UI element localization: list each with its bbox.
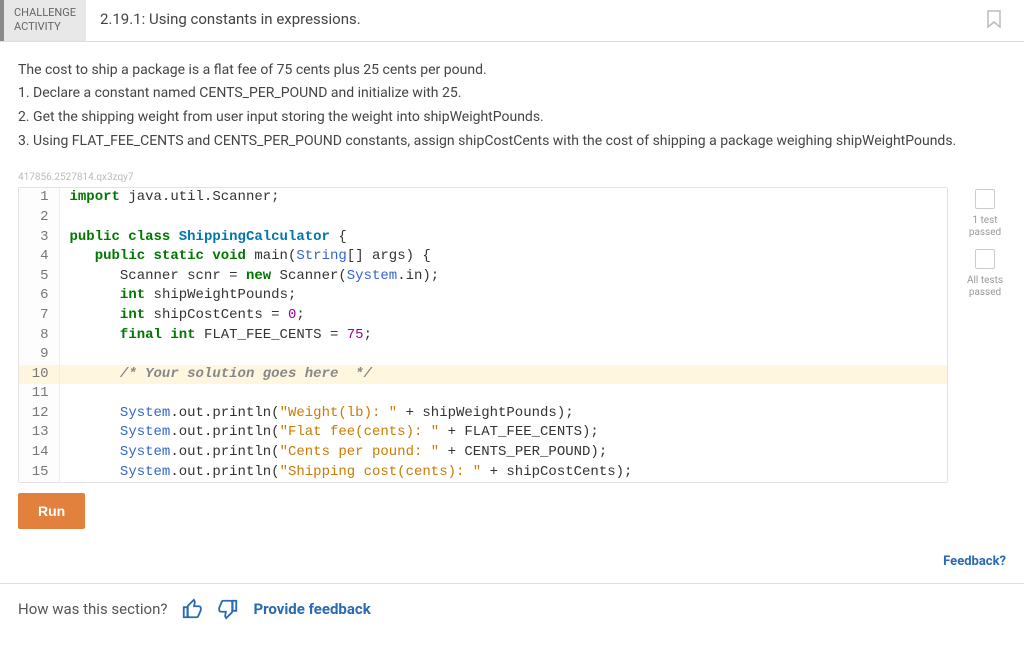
code-content[interactable] bbox=[59, 345, 947, 365]
line-number: 14 bbox=[19, 443, 59, 463]
code-content[interactable] bbox=[59, 384, 947, 404]
code-editor[interactable]: 1import java.util.Scanner;2 3public clas… bbox=[18, 187, 948, 483]
line-number: 15 bbox=[19, 463, 59, 483]
code-line[interactable]: 8 final int FLAT_FEE_CENTS = 75; bbox=[19, 326, 947, 346]
problem-step1: 1. Declare a constant named CENTS_PER_PO… bbox=[18, 83, 1006, 105]
hash-label: 417856.2527814.qx3zqy7 bbox=[0, 168, 1024, 187]
test-status-1-label: 1 testpassed bbox=[969, 215, 1001, 239]
code-line[interactable]: 13 System.out.println("Flat fee(cents): … bbox=[19, 423, 947, 443]
challenge-tag: CHALLENGEACTIVITY bbox=[0, 0, 86, 41]
line-number: 10 bbox=[19, 365, 59, 385]
line-number: 3 bbox=[19, 228, 59, 248]
workspace: 1import java.util.Scanner;2 3public clas… bbox=[0, 187, 1024, 483]
code-line[interactable]: 11 bbox=[19, 384, 947, 404]
line-number: 2 bbox=[19, 208, 59, 228]
checkbox-icon bbox=[975, 249, 995, 269]
code-line[interactable]: 2 bbox=[19, 208, 947, 228]
code-line[interactable]: 15 System.out.println("Shipping cost(cen… bbox=[19, 463, 947, 483]
line-number: 13 bbox=[19, 423, 59, 443]
test-status-all: All testspassed bbox=[967, 249, 1003, 299]
line-number: 6 bbox=[19, 286, 59, 306]
code-content[interactable]: int shipWeightPounds; bbox=[59, 286, 947, 306]
line-number: 8 bbox=[19, 326, 59, 346]
line-number: 11 bbox=[19, 384, 59, 404]
code-table: 1import java.util.Scanner;2 3public clas… bbox=[19, 188, 947, 482]
code-line[interactable]: 3public class ShippingCalculator { bbox=[19, 228, 947, 248]
line-number: 12 bbox=[19, 404, 59, 424]
code-line[interactable]: 6 int shipWeightPounds; bbox=[19, 286, 947, 306]
code-content[interactable]: final int FLAT_FEE_CENTS = 75; bbox=[59, 326, 947, 346]
problem-description: The cost to ship a package is a flat fee… bbox=[0, 42, 1024, 169]
line-number: 4 bbox=[19, 247, 59, 267]
code-content[interactable]: System.out.println("Cents per pound: " +… bbox=[59, 443, 947, 463]
run-row: Run bbox=[0, 483, 1024, 547]
code-content[interactable]: /* Your solution goes here */ bbox=[59, 365, 947, 385]
problem-step2: 2. Get the shipping weight from user inp… bbox=[18, 107, 1006, 129]
code-content[interactable]: public class ShippingCalculator { bbox=[59, 228, 947, 248]
code-content[interactable]: Scanner scnr = new Scanner(System.in); bbox=[59, 267, 947, 287]
bookmark-icon[interactable] bbox=[984, 9, 1004, 31]
code-content[interactable]: System.out.println("Weight(lb): " + ship… bbox=[59, 404, 947, 424]
line-number: 7 bbox=[19, 306, 59, 326]
challenge-header: CHALLENGEACTIVITY 2.19.1: Using constant… bbox=[0, 0, 1024, 42]
code-line[interactable]: 14 System.out.println("Cents per pound: … bbox=[19, 443, 947, 463]
line-number: 1 bbox=[19, 188, 59, 208]
code-line[interactable]: 9 bbox=[19, 345, 947, 365]
code-content[interactable] bbox=[59, 208, 947, 228]
code-content[interactable]: System.out.println("Flat fee(cents): " +… bbox=[59, 423, 947, 443]
thumbs-up-icon[interactable] bbox=[181, 598, 203, 620]
test-status-all-label: All testspassed bbox=[967, 275, 1003, 299]
run-button[interactable]: Run bbox=[18, 493, 85, 529]
feedback-link-row: Feedback? bbox=[0, 547, 1024, 583]
feedback-link[interactable]: Feedback? bbox=[943, 554, 1006, 569]
line-number: 9 bbox=[19, 345, 59, 365]
checkbox-icon bbox=[975, 189, 995, 209]
code-content[interactable]: System.out.println("Shipping cost(cents)… bbox=[59, 463, 947, 483]
challenge-title: 2.19.1: Using constants in expressions. bbox=[86, 0, 984, 41]
test-status-1: 1 testpassed bbox=[969, 189, 1001, 239]
problem-intro: The cost to ship a package is a flat fee… bbox=[18, 60, 1006, 82]
code-content[interactable]: import java.util.Scanner; bbox=[59, 188, 947, 208]
thumbs-down-icon[interactable] bbox=[217, 598, 239, 620]
footer-question: How was this section? bbox=[18, 600, 167, 618]
provide-feedback-link[interactable]: Provide feedback bbox=[253, 600, 370, 618]
code-content[interactable]: public static void main(String[] args) { bbox=[59, 247, 947, 267]
page-container: CHALLENGEACTIVITY 2.19.1: Using constant… bbox=[0, 0, 1024, 634]
test-status-column: 1 testpassed All testspassed bbox=[960, 187, 1010, 483]
line-number: 5 bbox=[19, 267, 59, 287]
footer-row: How was this section? Provide feedback bbox=[0, 584, 1024, 634]
code-line[interactable]: 1import java.util.Scanner; bbox=[19, 188, 947, 208]
code-line[interactable]: 12 System.out.println("Weight(lb): " + s… bbox=[19, 404, 947, 424]
code-line[interactable]: 10 /* Your solution goes here */ bbox=[19, 365, 947, 385]
code-line[interactable]: 4 public static void main(String[] args)… bbox=[19, 247, 947, 267]
problem-step3: 3. Using FLAT_FEE_CENTS and CENTS_PER_PO… bbox=[18, 131, 1006, 153]
code-content[interactable]: int shipCostCents = 0; bbox=[59, 306, 947, 326]
code-line[interactable]: 5 Scanner scnr = new Scanner(System.in); bbox=[19, 267, 947, 287]
code-line[interactable]: 7 int shipCostCents = 0; bbox=[19, 306, 947, 326]
